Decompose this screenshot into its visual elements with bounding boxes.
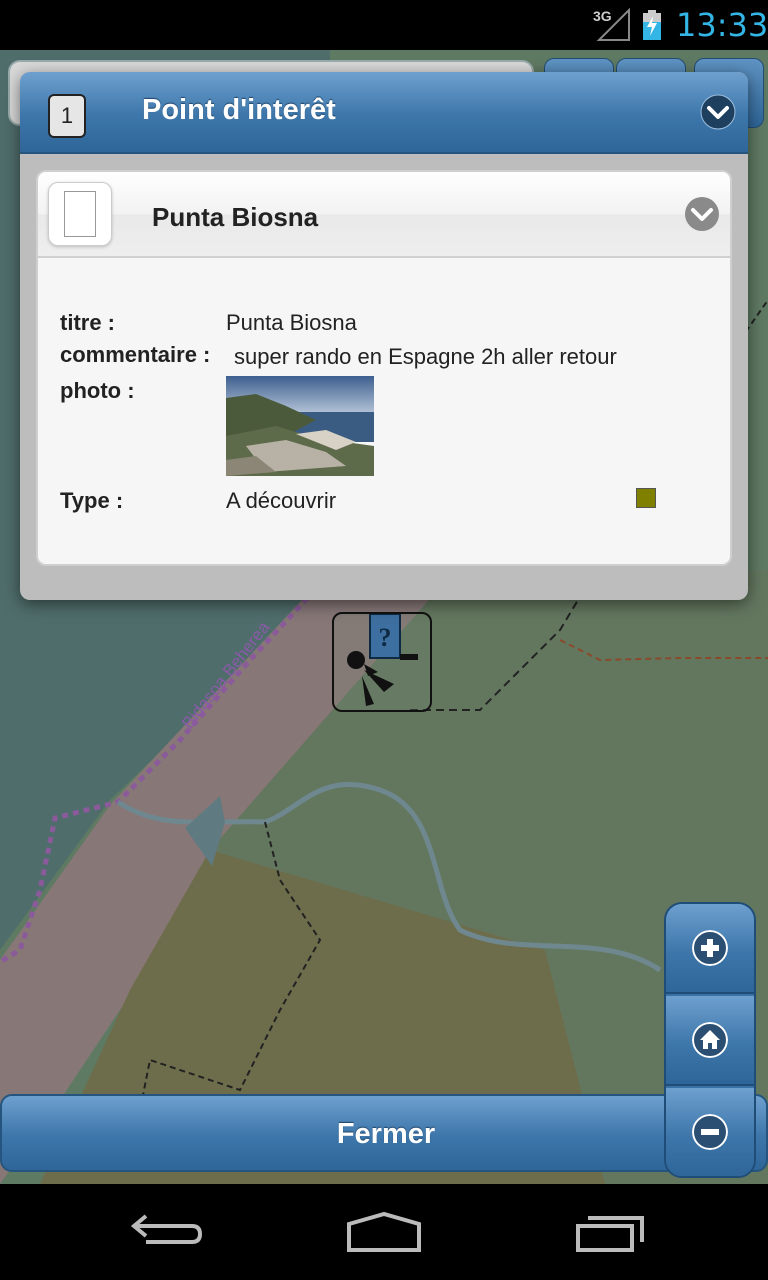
thumbnail-placeholder: [48, 182, 112, 246]
close-button[interactable]: Fermer: [0, 1094, 768, 1172]
photo-label: photo :: [60, 378, 135, 403]
poi-photo[interactable]: [226, 376, 374, 476]
recent-apps-icon[interactable]: [568, 1204, 658, 1254]
chevron-down-icon: [700, 94, 736, 130]
status-bar: 3G 13:33: [0, 0, 768, 50]
system-nav-bar: [0, 1184, 768, 1280]
poi-count-badge: 1: [48, 94, 86, 138]
titre-label: titre :: [60, 310, 115, 335]
popup-title: Point d'interêt: [142, 94, 336, 126]
back-icon[interactable]: [116, 1204, 206, 1254]
type-value: A découvrir: [226, 488, 337, 513]
collapse-popup-button[interactable]: [700, 94, 736, 130]
poi-marker[interactable]: ?: [332, 612, 432, 712]
plus-icon: [692, 930, 728, 966]
poi-card-header[interactable]: Punta Biosna: [38, 172, 730, 258]
network-type: 3G: [593, 8, 612, 24]
commentaire-label: commentaire :: [60, 342, 211, 367]
expand-card-button[interactable]: [684, 196, 720, 232]
clock: 13:33: [676, 6, 768, 44]
zoom-in-button[interactable]: [666, 904, 754, 994]
zoom-out-button[interactable]: [666, 1088, 754, 1176]
poi-popup: 1 Point d'interêt Punta Biosna titre : P…: [20, 72, 748, 600]
type-color-swatch: [636, 488, 656, 508]
poi-card: Punta Biosna titre : Punta Biosna commen…: [36, 170, 732, 566]
svg-text:?: ?: [379, 623, 392, 652]
type-label: Type :: [60, 488, 124, 513]
commentaire-value: super rando en Espagne 2h aller retour: [234, 344, 617, 369]
viewpoint-icon: ?: [347, 613, 418, 706]
minus-icon: [692, 1114, 728, 1150]
close-button-label: Fermer: [336, 1118, 436, 1150]
popup-header[interactable]: 1 Point d'interêt: [20, 72, 748, 154]
chevron-down-icon: [685, 197, 719, 231]
document-icon: [64, 191, 96, 237]
titre-value: Punta Biosna: [226, 310, 357, 335]
coast-photo: [226, 376, 374, 476]
home-icon: [692, 1022, 728, 1058]
battery-charging-icon: [643, 10, 661, 40]
zoom-controls: [664, 902, 756, 1178]
poi-card-title: Punta Biosna: [152, 202, 319, 232]
home-outline-icon[interactable]: [339, 1204, 429, 1254]
recenter-home-button[interactable]: [666, 996, 754, 1086]
